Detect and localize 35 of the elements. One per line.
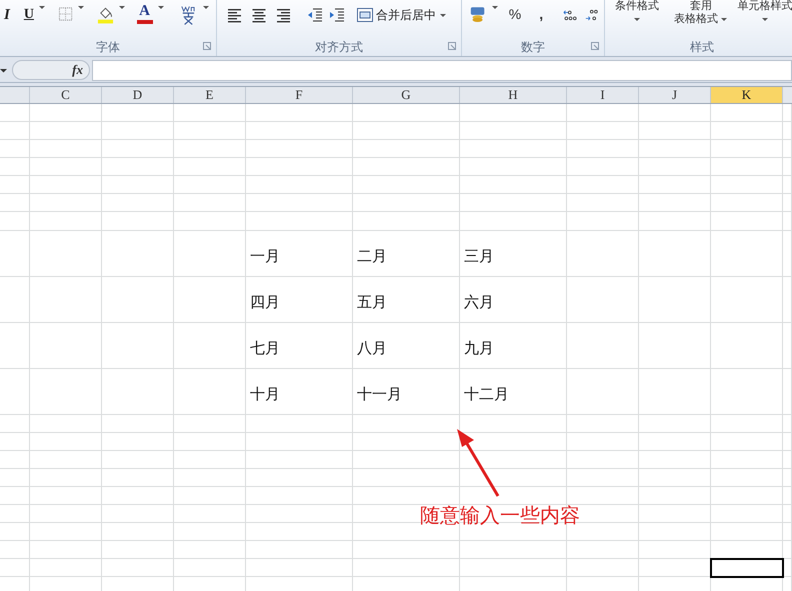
style-menu-button[interactable]: 套用 表格格式 (669, 0, 733, 26)
table-cell-text: 五月 (357, 292, 387, 313)
insert-function-button[interactable]: fx (12, 60, 90, 80)
table-cell-text: 十一月 (357, 384, 402, 405)
group-label: 字体 (96, 39, 120, 56)
annotation-text: 随意输入一些内容 (420, 502, 580, 529)
percent-button[interactable]: % (508, 4, 522, 25)
table-cell-text: 八月 (357, 338, 387, 359)
style-menu-button[interactable]: 条件格式 (607, 0, 667, 23)
table-cell-text: 十月 (250, 384, 280, 405)
column-header[interactable]: E (174, 87, 246, 103)
underline-button[interactable]: U (24, 4, 34, 24)
column-header[interactable]: D (102, 87, 174, 103)
column-header[interactable]: K (711, 87, 783, 103)
table-cell-text: 六月 (464, 292, 494, 313)
column-header[interactable]: G (353, 87, 460, 103)
font-color-button[interactable]: A (136, 4, 154, 24)
group-label: 数字 (521, 39, 545, 56)
column-header[interactable]: I (567, 87, 639, 103)
merge-center-button[interactable]: 合并后居中 (357, 4, 447, 26)
column-header[interactable]: H (460, 87, 567, 103)
table-cell-text: 九月 (464, 338, 494, 359)
table-cell-text: 四月 (250, 292, 280, 313)
italic-button[interactable]: I (4, 4, 10, 24)
column-header[interactable]: F (246, 87, 353, 103)
table-cell-text: 三月 (464, 246, 494, 267)
comma-button[interactable]: , (539, 4, 544, 25)
group-label: 对齐方式 (315, 39, 363, 56)
group-label: 样式 (690, 39, 714, 56)
table-cell-text: 一月 (250, 246, 280, 267)
style-menu-button[interactable]: 单元格样式 (735, 0, 792, 23)
table-cell-text: 十二月 (464, 384, 509, 405)
column-header[interactable]: C (30, 87, 102, 103)
table-cell-text: 二月 (357, 246, 387, 267)
table-cell-text: 七月 (250, 338, 280, 359)
